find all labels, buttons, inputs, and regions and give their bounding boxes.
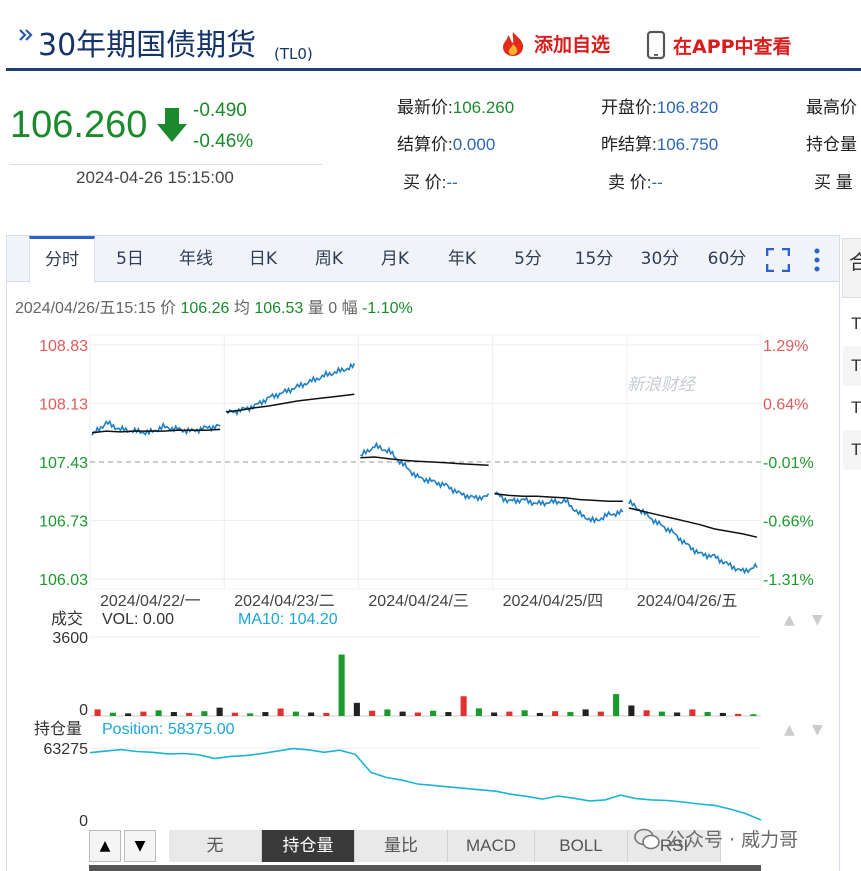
volume-bar	[323, 712, 330, 716]
wechat-icon	[634, 828, 660, 850]
indicator-none[interactable]: 无	[169, 830, 262, 862]
volume-bar	[231, 712, 238, 716]
scroll-up-arrow: ▲	[784, 612, 795, 628]
volume-bar	[308, 712, 315, 716]
position-y-tick: 0	[79, 813, 88, 830]
volume-bar	[247, 713, 254, 716]
volume-bar	[430, 710, 437, 716]
volume-bar	[750, 714, 757, 716]
y-tick-right: -0.01%	[763, 455, 814, 472]
scroll-up-button[interactable]: ▲	[89, 830, 121, 862]
volume-bar	[582, 709, 589, 716]
volume-bar	[506, 711, 513, 716]
x-tick-label: 2024/04/25/四	[503, 593, 604, 610]
chart-canvas: 108.83 108.13 107.43 106.73 106.03 1.29% 0.64%…	[34, 334, 823, 830]
y-tick-left: 108.13	[39, 397, 88, 414]
volume-bar	[552, 711, 559, 716]
scroll-down-arrow: ▼	[812, 722, 823, 738]
price-line-day-2	[225, 362, 356, 417]
volume-bar	[109, 712, 116, 716]
wechat-watermark: 公众号 · 威力哥	[634, 825, 798, 852]
watermark-text: 公众号 · 威力哥	[666, 829, 799, 851]
volume-bar	[262, 712, 269, 716]
volume-bar	[704, 712, 711, 716]
position-legend: Position: 58375.00	[102, 721, 235, 738]
price-line-day-5	[628, 498, 758, 575]
y-tick-left: 108.83	[39, 338, 88, 355]
y-tick-left: 106.03	[39, 572, 88, 589]
x-tick-label: 2024/04/24/三	[368, 593, 469, 610]
volume-bar	[186, 712, 193, 716]
volume-y-tick: 3600	[52, 630, 88, 647]
y-tick-right: 1.29%	[763, 338, 808, 355]
volume-bar	[628, 705, 635, 716]
volume-bar	[521, 710, 528, 716]
position-title: 持仓量	[34, 719, 82, 738]
volume-bar	[292, 711, 299, 716]
volume-bar	[140, 711, 147, 716]
volume-bar	[674, 712, 681, 716]
position-y-tick: 63275	[44, 741, 89, 758]
volume-bar	[445, 712, 452, 716]
volume-bar	[216, 707, 223, 716]
indicator-position[interactable]: 持仓量	[262, 830, 355, 862]
scroll-down-arrow: ▼	[812, 612, 823, 628]
volume-bar	[353, 702, 360, 716]
volume-bar	[536, 712, 543, 716]
volume-bar	[384, 709, 391, 716]
volume-bar	[597, 711, 604, 716]
y-tick-right: -1.31%	[763, 572, 814, 589]
y-tick-right: 0.64%	[763, 397, 808, 414]
volume-bar	[719, 712, 726, 716]
volume-bar	[125, 713, 132, 716]
volume-bar	[399, 711, 406, 716]
volume-bar	[94, 709, 101, 716]
avg-line-day-5	[628, 507, 758, 538]
volume-bar	[155, 710, 162, 716]
volume-bar	[689, 709, 696, 716]
volume-bar	[460, 696, 467, 716]
x-tick-label: 2024/04/23/二	[234, 593, 335, 610]
volume-title: 成交	[51, 609, 83, 628]
indicator-volume-ratio[interactable]: 量比	[355, 830, 448, 862]
scroll-down-button[interactable]: ▼	[124, 830, 156, 862]
price-line-day-3	[360, 441, 490, 503]
volume-bar	[735, 713, 742, 716]
volume-bar	[613, 694, 620, 716]
position-line	[89, 747, 762, 821]
x-tick-label: 2024/04/22/一	[100, 593, 201, 610]
scroll-up-arrow: ▲	[784, 722, 795, 738]
y-tick-left: 106.73	[39, 514, 88, 531]
volume-bar	[414, 712, 421, 716]
avg-line-day-4	[494, 493, 623, 503]
avg-line-day-3	[360, 456, 489, 467]
volume-bar	[491, 712, 498, 716]
volume-bar	[170, 712, 177, 716]
indicator-boll[interactable]: BOLL	[535, 830, 628, 862]
volume-bar	[201, 711, 208, 716]
indicator-macd[interactable]: MACD	[448, 830, 535, 862]
volume-bar	[567, 712, 574, 716]
volume-bar	[475, 708, 482, 716]
scrollbar-track[interactable]	[89, 865, 761, 871]
y-tick-right: -0.66%	[763, 514, 814, 531]
price-line-day-1	[91, 419, 221, 436]
volume-bar	[369, 710, 376, 716]
volume-legend-vol: VOL: 0.00	[102, 611, 174, 628]
volume-bar	[338, 654, 345, 716]
volume-y-tick: 0	[79, 702, 88, 719]
volume-legend-ma: MA10: 104.20	[238, 611, 338, 628]
volume-bar	[277, 708, 284, 716]
volume-bar	[658, 711, 665, 716]
x-tick-label: 2024/04/26/五	[637, 593, 738, 610]
volume-bar	[643, 710, 650, 716]
y-tick-left: 107.43	[39, 455, 88, 472]
